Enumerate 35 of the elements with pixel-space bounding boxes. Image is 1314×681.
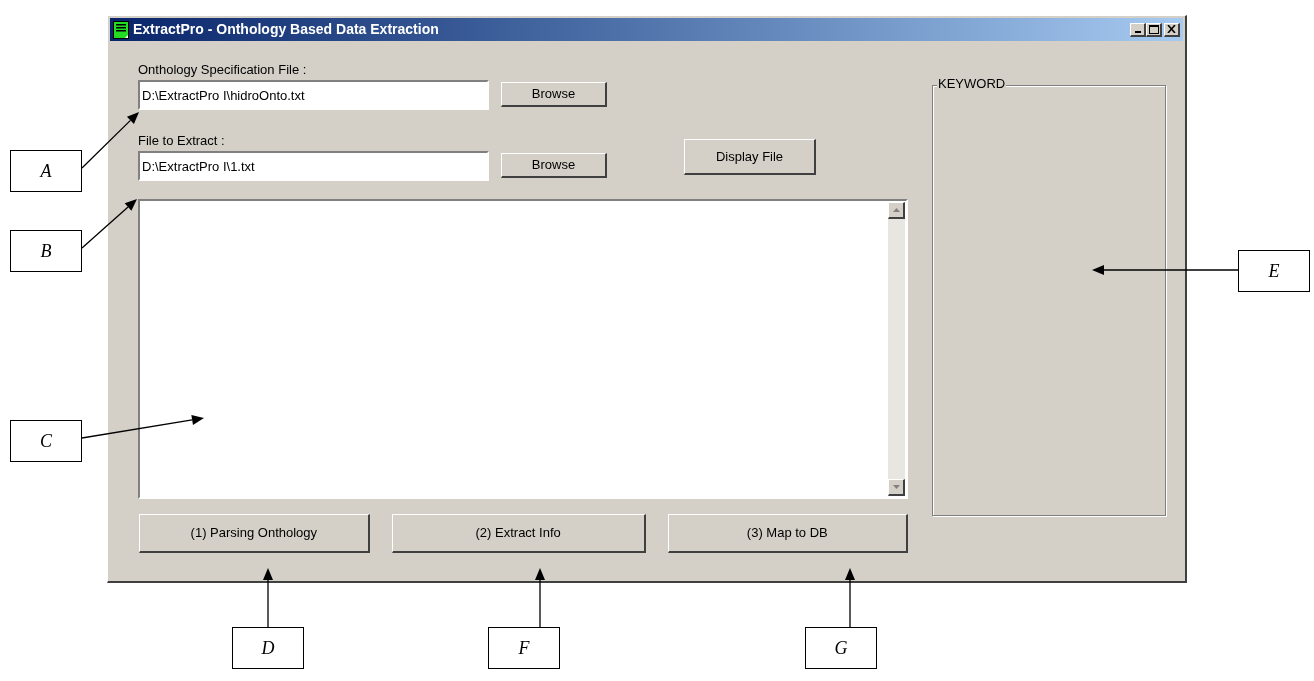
up-arrow-icon (892, 208, 900, 212)
close-icon (1167, 25, 1176, 33)
callout-arrow (263, 568, 273, 628)
display-file-button[interactable]: Display File (684, 139, 816, 175)
browse-button[interactable]: Browse (501, 82, 607, 107)
minimize-button[interactable] (1130, 22, 1146, 37)
file-path-field[interactable]: D:\ExtractPro I\1.txt (138, 151, 489, 181)
file-path-field[interactable]: D:\ExtractPro I\hidroOnto.txt (138, 80, 489, 110)
window-title: ExtractPro - Onthology Based Data Extraction (133, 20, 440, 39)
callout-arrow (535, 568, 545, 628)
close-button[interactable] (1164, 22, 1180, 37)
browse-button[interactable]: Browse (501, 153, 607, 178)
scroll-down-button[interactable] (888, 479, 905, 496)
callout-label: E (1238, 250, 1310, 292)
action-button[interactable]: (3) Map to DB (667, 514, 908, 553)
callout-label: F (488, 627, 560, 669)
maximize-button[interactable] (1146, 22, 1162, 37)
callout-label: A (10, 150, 82, 192)
down-arrow-icon (892, 485, 900, 489)
group-box-title: KEYWORD (937, 77, 1007, 90)
callout-label: B (10, 230, 82, 272)
maximize-icon (1148, 24, 1159, 34)
scroll-up-button[interactable] (888, 202, 905, 219)
field-label: File to Extract : (138, 134, 226, 147)
action-button[interactable]: (1) Parsing Onthology (139, 514, 370, 553)
callout-arrow (81, 199, 137, 249)
action-button[interactable]: (2) Extract Info (391, 514, 646, 553)
scrollbar[interactable] (888, 202, 905, 496)
app-icon (113, 20, 129, 39)
field-label: Onthology Specification File : (138, 63, 308, 76)
callout-arrow (81, 112, 139, 169)
callout-label: G (805, 627, 877, 669)
callout-label: D (232, 627, 304, 669)
callout-arrow (845, 568, 855, 628)
callout-label: C (10, 420, 82, 462)
